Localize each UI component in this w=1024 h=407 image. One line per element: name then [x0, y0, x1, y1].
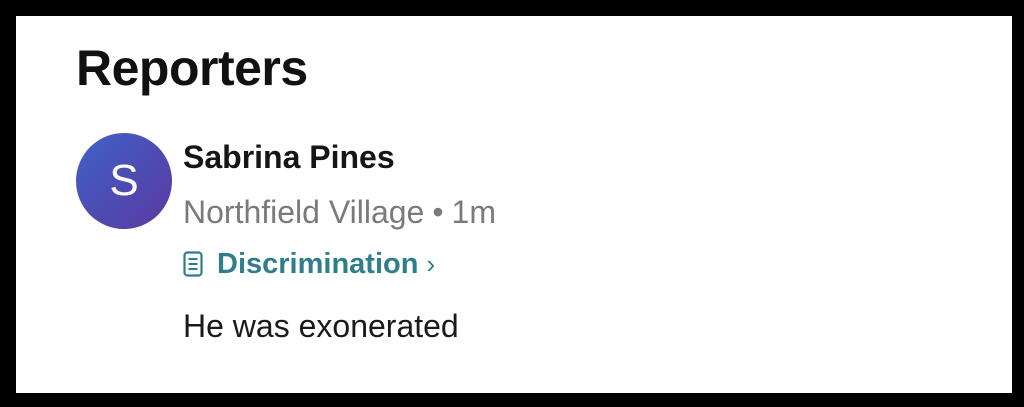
reporters-card: Reporters S Sabrina Pines Northfield Vil… [16, 16, 1012, 393]
chevron-right-icon: › [426, 248, 436, 279]
report-time: 1m [451, 194, 496, 230]
report-comment: He was exonerated [183, 308, 459, 344]
report-meta: Northfield Village • 1m [183, 192, 963, 232]
document-icon [183, 251, 203, 277]
meta-separator: • [432, 194, 444, 230]
avatar-initial: S [109, 156, 139, 205]
section-title: Reporters [76, 40, 308, 96]
report-item: Sabrina Pines Northfield Village • 1m Disc… [183, 136, 963, 346]
reporter-location: Northfield Village [183, 194, 425, 230]
reporter-name[interactable]: Sabrina Pines [183, 136, 963, 178]
category-link[interactable]: Discrimination › [183, 246, 435, 282]
category-label: Discrimination [217, 247, 419, 280]
avatar[interactable]: S [76, 133, 172, 229]
